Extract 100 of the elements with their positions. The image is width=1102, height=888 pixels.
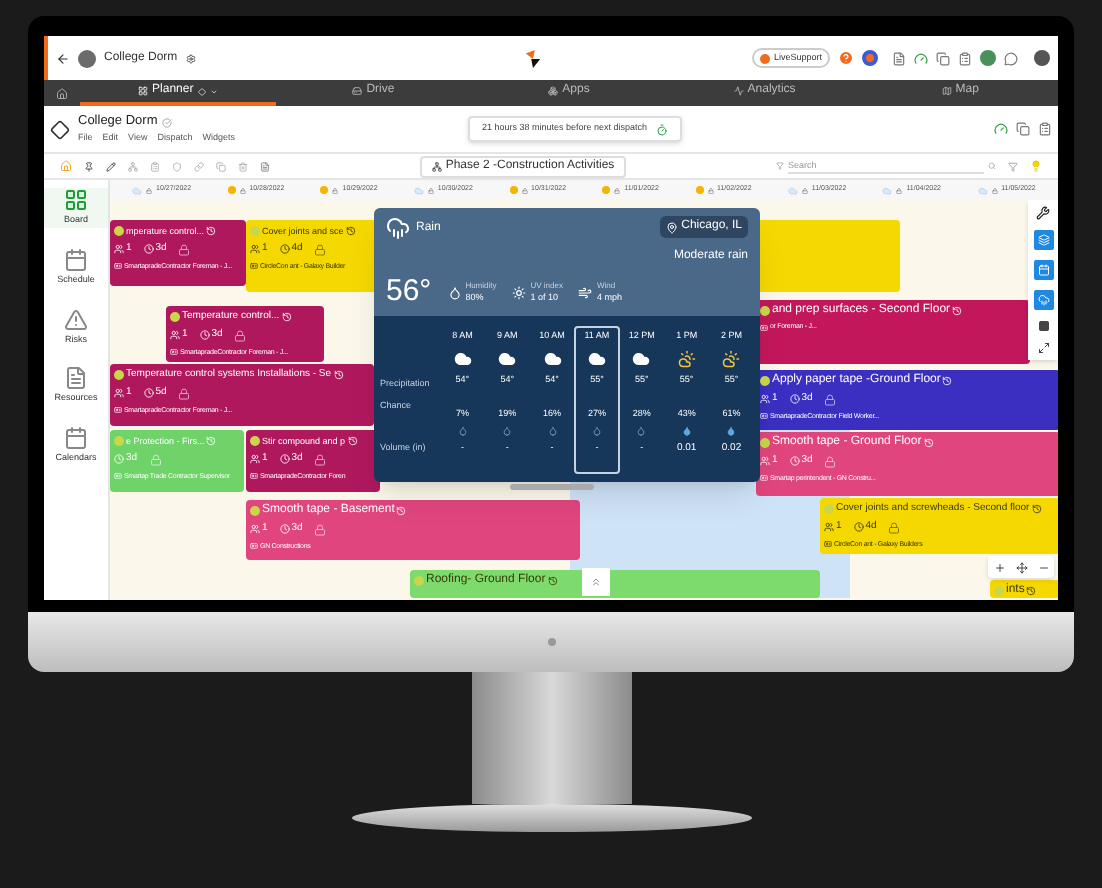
chevrons-up-icon <box>590 576 602 588</box>
id-card-icon <box>250 472 258 481</box>
droplet-icon <box>502 426 513 437</box>
lock-icon <box>707 187 714 193</box>
history-icon <box>1026 586 1037 596</box>
clock-icon <box>143 388 154 399</box>
clock-icon <box>279 454 290 465</box>
clock-icon <box>789 394 800 405</box>
help-icon[interactable] <box>838 50 854 66</box>
clock-icon <box>114 454 124 465</box>
people-icon <box>250 524 260 535</box>
people-icon <box>824 522 834 533</box>
people-icon <box>170 330 180 341</box>
lock-icon <box>801 187 808 193</box>
lock-icon <box>896 187 903 193</box>
sun-icon <box>602 186 611 194</box>
history-icon <box>345 226 356 236</box>
avatar-icon <box>78 49 96 67</box>
document-icon[interactable] <box>892 51 906 65</box>
droplet-icon <box>591 426 602 437</box>
sun-icon <box>509 186 518 194</box>
copy-icon[interactable] <box>216 161 226 171</box>
clipboard-icon[interactable] <box>1038 122 1052 136</box>
tab-icon <box>352 86 363 96</box>
square-icon[interactable] <box>1037 320 1049 332</box>
id-card-icon <box>250 542 258 551</box>
location-pin-icon <box>665 221 678 233</box>
lock-icon <box>332 187 339 193</box>
gauge-icon[interactable] <box>994 122 1008 136</box>
rain-cloud-icon <box>386 216 410 240</box>
lock-icon <box>314 243 327 256</box>
notification-icon[interactable] <box>862 50 878 66</box>
clock-icon <box>199 330 210 341</box>
logo-icon <box>524 49 543 67</box>
sidebar-icon <box>64 366 88 391</box>
gauge-icon[interactable] <box>914 51 928 65</box>
lock-icon <box>239 187 246 193</box>
move-icon <box>1015 561 1027 573</box>
pencil-icon[interactable] <box>106 161 116 171</box>
user-avatar-icon[interactable] <box>980 50 996 66</box>
tab-icon <box>138 86 149 96</box>
history-icon <box>206 226 217 236</box>
chat-icon[interactable] <box>1004 51 1018 65</box>
lock-icon <box>824 455 837 468</box>
document-icon[interactable] <box>260 161 270 171</box>
calendar-button[interactable] <box>1033 260 1053 280</box>
trash-icon[interactable] <box>238 161 248 171</box>
cloud-icon <box>632 349 651 368</box>
copy-icon[interactable] <box>1016 122 1030 136</box>
people-icon <box>114 244 124 255</box>
current-temperature: 56° <box>386 276 432 308</box>
droplet-icon <box>726 426 737 437</box>
copy-icon[interactable] <box>936 51 950 65</box>
lock-icon <box>146 187 153 193</box>
hierarchy-icon <box>431 161 442 171</box>
cloud-sun-icon <box>677 349 696 368</box>
droplet-icon <box>636 426 647 437</box>
tab-icon <box>733 86 744 96</box>
home-icon[interactable] <box>56 87 68 99</box>
filter-icon[interactable] <box>1008 161 1018 171</box>
lock-icon <box>178 243 191 256</box>
weather-button[interactable] <box>1033 290 1053 310</box>
minus-icon <box>1037 561 1049 573</box>
cloud-icon <box>587 349 606 368</box>
cloud-icon <box>453 349 472 368</box>
history-icon <box>952 306 963 316</box>
lock-icon <box>991 187 998 193</box>
sidebar-icon <box>64 307 88 331</box>
people-icon <box>760 394 770 405</box>
back-arrow-icon[interactable] <box>56 51 70 65</box>
diamond-logo-icon <box>50 119 70 139</box>
pin-icon[interactable] <box>84 161 94 171</box>
history-icon <box>1031 504 1042 514</box>
diamond-icon <box>197 87 206 95</box>
chat-bubble-icon <box>759 53 770 63</box>
clock-icon <box>279 244 290 255</box>
cloud-sun-icon <box>722 349 741 368</box>
id-card-icon <box>170 348 178 357</box>
history-icon <box>942 376 953 386</box>
search-icon[interactable] <box>988 162 996 170</box>
droplet-icon <box>547 426 558 437</box>
profile-avatar-icon[interactable] <box>1034 50 1050 66</box>
layers-button[interactable] <box>1033 230 1053 250</box>
clock-icon <box>789 456 800 467</box>
clock-icon <box>279 524 290 535</box>
droplet-icon <box>681 426 692 437</box>
lock-icon <box>824 393 837 406</box>
lock-icon <box>314 453 327 466</box>
timer-icon <box>655 123 668 135</box>
sidebar-icon <box>64 188 88 212</box>
clipboard-icon[interactable] <box>958 51 972 65</box>
clipboard-icon[interactable] <box>150 161 160 171</box>
tools-icon[interactable] <box>1036 206 1050 220</box>
settings-icon[interactable] <box>185 53 196 63</box>
droplet-icon <box>457 426 468 437</box>
filter-icon[interactable] <box>776 162 784 170</box>
plus-icon <box>993 561 1005 573</box>
cloud-icon <box>787 185 798 195</box>
hierarchy-icon[interactable] <box>128 161 138 171</box>
scroll-handle[interactable] <box>510 484 594 490</box>
